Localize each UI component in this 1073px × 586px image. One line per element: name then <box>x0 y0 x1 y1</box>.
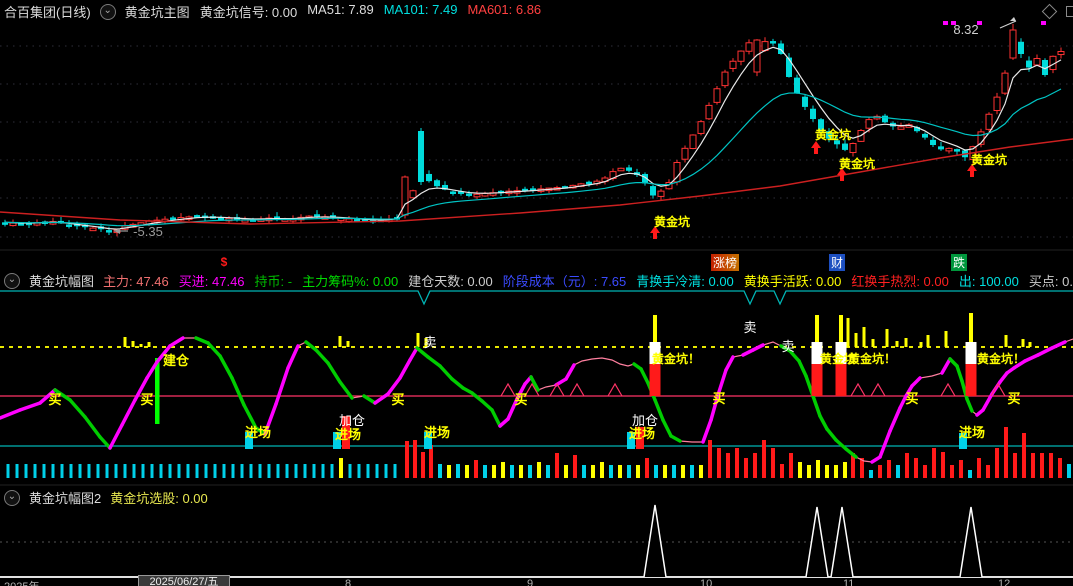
indicator-value: MA51: 7.89 <box>307 2 374 17</box>
sell-label: 卖 <box>743 320 757 335</box>
pit-signal-label: 黄金坑 <box>970 153 1008 167</box>
sell-label: 卖 <box>781 339 795 354</box>
indicator-value: 主力筹码%: 0.00 <box>302 274 399 289</box>
indicator-value: MA601: 6.86 <box>467 2 542 17</box>
collapse-chevron-icon[interactable]: ⌄ <box>4 489 20 506</box>
buy-label: 买 <box>1007 391 1021 406</box>
pit-signal-label: 黄金坑 <box>838 157 876 171</box>
crosshair-date-box: 2025/06/27/五 <box>138 575 230 586</box>
pit-label: 黄金坑！ <box>651 352 701 366</box>
jiacang-label: 加仓 <box>338 413 366 428</box>
jinchang-label: 进场 <box>244 425 272 440</box>
jiancang-label: 建仓 <box>162 353 190 368</box>
buy-label: 买 <box>712 391 726 406</box>
indicator-value: 青换手冷清: 0.00 <box>636 274 734 289</box>
indicator-value: MA101: 7.49 <box>383 2 458 17</box>
axis-month-label[interactable]: 9 <box>527 578 533 586</box>
buy-label: 买 <box>514 392 528 407</box>
indicator-value: 持币: - <box>254 274 293 289</box>
buy-label: 买 <box>48 392 62 407</box>
sell-marker: $ <box>220 255 228 269</box>
jiacang-label: 加仓 <box>631 413 659 428</box>
pit-signal-label: 黄金坑 <box>814 128 852 142</box>
indicator-value: 买进: 47.46 <box>178 274 245 289</box>
panel1-header: ⌄ 黄金坑幅图 主力: 47.46 买进: 47.46 持币: - 主力筹码%: 0.… <box>0 271 1073 290</box>
main-indicator-values: 黄金坑主图 黄金坑信号: 0.00 MA51: 7.89 MA101: 7.49 MA6… <box>125 2 541 21</box>
hot-board-badge[interactable]: 跌 <box>950 254 968 271</box>
hot-board-badge[interactable]: 涨榜 <box>710 254 740 271</box>
window-icon[interactable] <box>1066 6 1073 17</box>
pit-label: 黄金坑！ <box>847 352 897 366</box>
indicator-value: 黄金坑信号: 0.00 <box>199 5 298 20</box>
axis-month-label[interactable]: 10 <box>700 578 712 586</box>
low-price-label: -5.35 <box>133 224 163 239</box>
collapse-chevron-icon[interactable]: ⌄ <box>99 3 116 20</box>
buy-label: 买 <box>905 391 919 406</box>
panel1-indicator-values: 主力: 47.46 买进: 47.46 持币: - 主力筹码%: 0.00 建仓天数: … <box>103 271 1073 290</box>
pit-signal-label: 黄金坑 <box>653 215 691 229</box>
buy-label: 买 <box>140 392 154 407</box>
axis-month-label[interactable]: 11 <box>843 578 854 586</box>
buy-label: 买 <box>391 392 405 407</box>
stock-title: 合百集团(日线) <box>4 5 91 20</box>
panel2-header: ⌄ 黄金坑幅图2 黄金坑选股: 0.00 <box>0 488 208 507</box>
jinchang-label: 进场 <box>958 425 986 440</box>
pit-label: 黄金坑！ <box>976 352 1026 366</box>
indicator-value: 买点: 0.00 <box>1028 274 1073 289</box>
panel1-title: 黄金坑幅图 <box>29 274 95 289</box>
hot-board-badge[interactable]: 财 <box>828 254 846 271</box>
trading-app-window: 合百集团(日线) ⌄ 黄金坑主图 黄金坑信号: 0.00 MA51: 7.89 MA1… <box>0 0 1073 586</box>
axis-month-label[interactable]: 12 <box>998 578 1010 586</box>
panel2-title: 黄金坑幅图2 <box>29 491 102 506</box>
high-price-label: 8.32 <box>953 22 979 37</box>
indicator-value: 黄金坑主图 <box>124 5 190 20</box>
collapse-chevron-icon[interactable]: ⌄ <box>4 272 20 289</box>
indicator-value: 黄换手活跃: 0.00 <box>743 274 842 289</box>
sell-label: 卖 <box>423 335 437 350</box>
indicator-value: 黄金坑选股: 0.00 <box>110 491 208 506</box>
indicator-value: 建仓天数: 0.00 <box>408 274 493 289</box>
panel2-indicator-values: 黄金坑选股: 0.00 <box>110 488 208 507</box>
indicator-value: 阶段成本（元）: 7.65 <box>502 274 627 289</box>
main-chart-header: 合百集团(日线) ⌄ 黄金坑主图 黄金坑信号: 0.00 MA51: 7.89 MA1… <box>0 2 541 21</box>
indicator-value: 红换手热烈: 0.00 <box>851 274 949 289</box>
axis-year-label: 2025年 <box>4 578 39 586</box>
indicator-value: 出: 100.00 <box>958 274 1019 289</box>
indicator-value: 主力: 47.46 <box>103 274 169 289</box>
jinchang-label: 进场 <box>423 425 451 440</box>
axis-month-label[interactable]: 8 <box>345 578 351 586</box>
